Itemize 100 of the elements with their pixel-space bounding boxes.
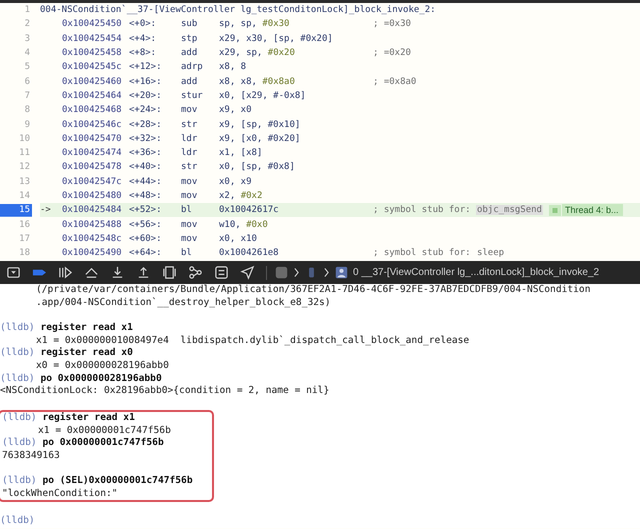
offset: <+60>:	[129, 234, 163, 244]
mnemonic: mov	[181, 220, 198, 230]
address: 0x100425470	[62, 134, 123, 144]
operand: x0, [x29, #-0x8]	[219, 90, 306, 101]
console-output: x0 = 0x000000028196abb0	[36, 360, 169, 371]
command-text: po 0x000000028196abb0	[40, 372, 162, 384]
address: 0x100425460	[62, 76, 123, 87]
command-text: register read x0	[40, 347, 133, 358]
console-output: 7638349163	[2, 450, 60, 462]
operand: 0x1004261e8	[219, 248, 279, 258]
operand: x2,	[219, 191, 236, 201]
line-number: 18	[18, 248, 30, 258]
operand: x29, sp,	[219, 48, 264, 58]
pc-arrow: ->	[40, 205, 51, 216]
mnemonic: ldr	[181, 148, 198, 158]
memory-graph-icon[interactable]	[188, 265, 203, 280]
offset: <+20>:	[129, 90, 163, 101]
address: 0x100425484	[62, 205, 123, 216]
line-number: 17	[18, 234, 30, 244]
step-out-icon[interactable]	[136, 265, 151, 280]
address: 0x10042546c	[62, 120, 123, 130]
line-number: 11	[18, 148, 30, 158]
line-number: 3	[24, 34, 30, 44]
offset: <+44>:	[129, 176, 163, 187]
lldb-prompt: (lldb)	[2, 437, 37, 448]
mnemonic: add	[181, 76, 198, 87]
address: 0x100425474	[62, 148, 123, 158]
mnemonic: stp	[181, 34, 198, 44]
console-output: x1 = 0x00000001c747f56b	[38, 424, 171, 436]
address: 0x100425490	[62, 248, 123, 258]
console-output: "lockWhenCondition:"	[2, 488, 118, 499]
offset: <+56>:	[129, 220, 163, 230]
line-number: 6	[24, 76, 30, 87]
operand: x29, x30, [sp, #0x20]	[219, 34, 333, 44]
line-number: 5	[24, 62, 30, 72]
operand: x8, 8	[219, 62, 246, 72]
comment: ; =0x30	[373, 19, 411, 30]
step-over-icon[interactable]	[84, 265, 99, 280]
offset: <+36>:	[129, 148, 163, 158]
thread-badge: Thread 4: b...	[562, 204, 623, 216]
mnemonic: bl	[181, 248, 193, 258]
address: 0x10042545c	[62, 62, 123, 72]
step-into-icon[interactable]	[110, 265, 125, 280]
environment-icon[interactable]	[214, 265, 229, 280]
operand: w10,	[219, 220, 242, 230]
symbol-name: objc_msgSend	[476, 205, 543, 216]
operand: x0, [sp, #0x8]	[219, 162, 295, 172]
mnemonic: adrp	[181, 62, 204, 72]
breadcrumb-label[interactable]: 0 __37-[ViewController lg_...ditonLock]_block_invoke_2	[353, 267, 600, 278]
line-number: 10	[18, 134, 30, 144]
mnemonic: str	[181, 120, 198, 130]
address: 0x100425454	[62, 34, 123, 44]
mnemonic: mov	[181, 191, 198, 201]
console-output: <NSConditionLock: 0x28196abb0>{condition = 2, name = nil}	[0, 385, 330, 396]
console-output: (/private/var/containers/Bundle/Application/367EF2A1-7D46-4C6F-92FE-37AB7EDCDFB9/004-NSCondition	[36, 284, 590, 296]
immediate-value: #0x30	[262, 19, 290, 30]
command-text: po 0x00000001c747f56b	[42, 437, 164, 448]
command-text: register read x1	[40, 322, 133, 334]
lldb-prompt: (lldb)	[0, 372, 35, 384]
offset: <+0>:	[129, 19, 158, 30]
mnemonic: add	[181, 48, 198, 58]
line-number: 2	[24, 19, 30, 30]
lldb-prompt: (lldb)	[0, 322, 35, 334]
mnemonic: mov	[181, 105, 198, 116]
line-number: 8	[24, 105, 30, 116]
offset: <+4>:	[129, 34, 158, 44]
immediate-value: #0x0	[246, 220, 268, 230]
operand: x9, [x0, #0x20]	[219, 134, 300, 144]
offset: <+32>:	[129, 134, 163, 144]
address: 0x10042547c	[62, 176, 123, 187]
immediate-value: #0x20	[268, 48, 295, 58]
comment: ; =0x20	[373, 48, 411, 58]
comment: ; symbol stub for:	[373, 205, 472, 216]
console-output: x1 = 0x00000001008497e4 libdispatch.dylib`_dispatch_call_block_and_release	[36, 334, 470, 346]
mnemonic: stur	[181, 90, 204, 101]
comment: ; =0x8a0	[373, 76, 416, 87]
location-icon[interactable]	[240, 265, 255, 280]
address: 0x100425488	[62, 220, 123, 230]
mnemonic: str	[181, 162, 198, 172]
address: 0x100425458	[62, 48, 123, 58]
address: 0x100425480	[62, 191, 123, 201]
operand: 0x10042617c	[219, 205, 279, 216]
offset: <+48>:	[129, 191, 163, 201]
lldb-prompt: (lldb)	[0, 347, 35, 358]
operand: x0, x10	[219, 234, 257, 244]
lldb-prompt: (lldb)	[2, 412, 37, 424]
symbol-name: sleep	[476, 248, 506, 258]
continue-icon[interactable]	[58, 265, 73, 280]
view-hierarchy-icon[interactable]	[162, 265, 177, 280]
offset: <+8>:	[129, 48, 158, 58]
offset: <+28>:	[129, 120, 163, 130]
address: 0x100425450	[62, 19, 123, 30]
operand: x9, [sp, #0x10]	[219, 120, 300, 130]
line-number: 12	[18, 162, 30, 172]
line-number: 13	[18, 176, 30, 187]
mnemonic: bl	[181, 205, 193, 216]
line-number: 1	[24, 5, 30, 16]
mnemonic: sub	[181, 19, 198, 30]
line-number: 16	[18, 220, 30, 230]
console-toggle-icon[interactable]	[6, 265, 21, 280]
